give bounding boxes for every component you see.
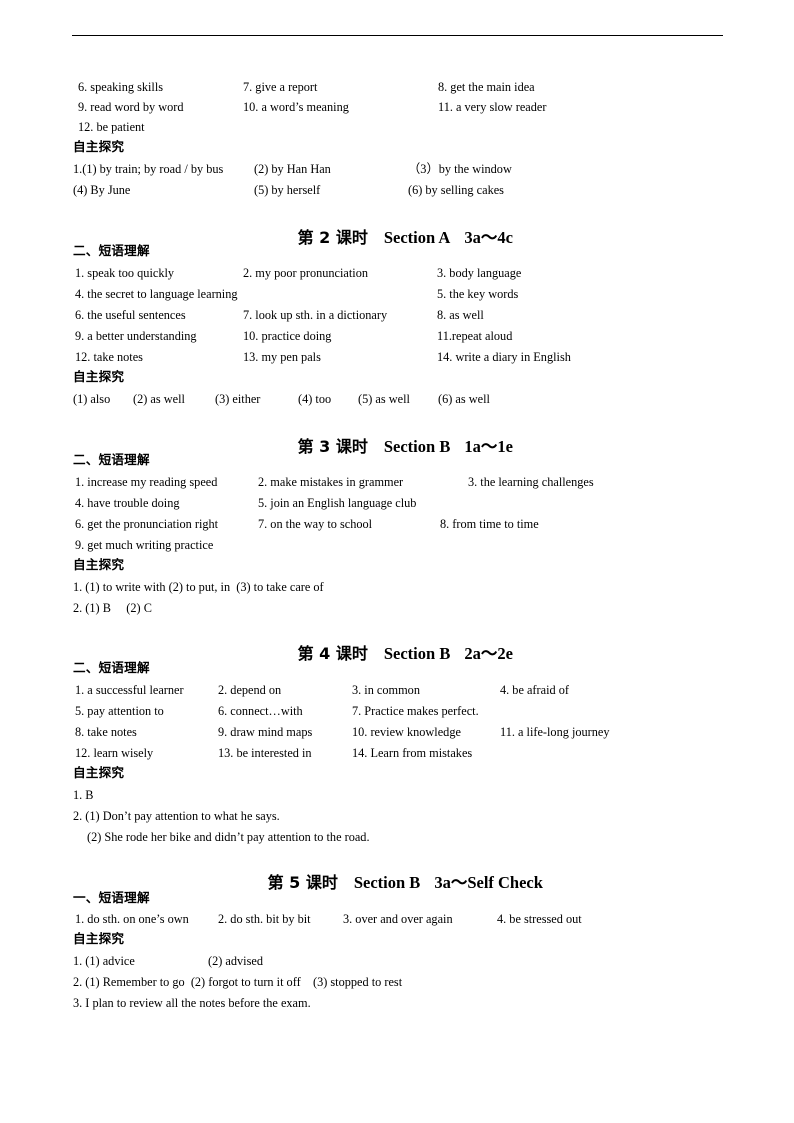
phrase-item: 2. do sth. bit by bit <box>218 912 311 926</box>
phrase-item: 13. be interested in <box>218 746 312 760</box>
phrase-item: 11. a life-long journey <box>500 725 610 739</box>
phrase-item: 4. have trouble doing <box>75 496 180 510</box>
lesson-heading-cjk: 第 2 课时 <box>297 227 368 247</box>
phrase-item: 9. draw mind maps <box>218 725 313 739</box>
explore-answer: (2) She rode her bike and didn’t pay att… <box>87 830 370 844</box>
explore-answer: 1. (1) to write with (2) to put, in (3) … <box>73 580 324 594</box>
phrase-item: 2. make mistakes in grammer <box>258 475 404 489</box>
phrase-item: 4. be stressed out <box>497 912 582 926</box>
phrase-item: 9. get much writing practice <box>75 538 214 552</box>
phrase-item: 3. in common <box>352 683 420 697</box>
phrase-heading: 二、短语理解 <box>73 660 150 675</box>
page-header-rule <box>72 35 723 36</box>
phrase-item: 1. do sth. on one’s own <box>75 912 189 926</box>
explore-heading: 自主探究 <box>73 557 125 572</box>
phrase-item: 2. my poor pronunciation <box>243 266 368 280</box>
explore-answer: 2. (1) Remember to go (2) forgot to turn… <box>73 975 403 989</box>
explore-answer: (4) too <box>298 392 332 406</box>
phrase-item: 1. speak too quickly <box>75 266 175 280</box>
phrase-item: 12. be patient <box>78 120 145 134</box>
explore-answer: (1) also <box>73 392 111 406</box>
phrase-item: 6. speaking skills <box>78 80 164 94</box>
explore-heading: 自主探究 <box>73 139 125 154</box>
phrase-item: 10. review knowledge <box>352 725 461 739</box>
phrase-item: 12. learn wisely <box>75 746 154 760</box>
explore-heading: 自主探究 <box>73 931 125 946</box>
phrase-item: 6. the useful sentences <box>75 308 186 322</box>
phrase-item: 7. Practice makes perfect. <box>352 704 479 718</box>
explore-answer: (6) by selling cakes <box>408 183 504 197</box>
lesson-heading-range: 2a～2e <box>464 643 513 663</box>
explore-answer: (6) as well <box>438 392 490 406</box>
phrase-item: 12. take notes <box>75 350 143 364</box>
phrase-item: 5. pay attention to <box>75 704 164 718</box>
lesson-heading-section: Section A <box>383 227 451 247</box>
phrase-item: 10. practice doing <box>243 329 332 343</box>
phrase-item: 4. the secret to language learning <box>75 287 238 301</box>
lesson-heading-range: 3a～4c <box>464 227 513 247</box>
phrase-item: 10. a word’s meaning <box>243 100 349 114</box>
phrase-item: 5. the key words <box>437 287 519 301</box>
phrase-heading: 二、短语理解 <box>73 243 150 258</box>
explore-answer: 2. (1) Don’t pay attention to what he sa… <box>73 809 280 823</box>
lesson-heading-range: 3a～Self Check <box>434 872 543 892</box>
phrase-item: 2. depend on <box>218 683 282 697</box>
lesson-heading-section: Section B <box>383 436 451 456</box>
explore-answer: (2) advised <box>208 954 263 968</box>
phrase-item: 7. look up sth. in a dictionary <box>243 308 388 322</box>
phrase-item: 3. body language <box>437 266 522 280</box>
explore-answer: （3）by the window <box>408 162 512 176</box>
phrase-item: 9. read word by word <box>78 100 184 114</box>
phrase-heading: 二、短语理解 <box>73 452 150 467</box>
phrase-item: 1. increase my reading speed <box>75 475 218 489</box>
explore-answer: 3. I plan to review all the notes before… <box>73 996 311 1010</box>
phrase-item: 4. be afraid of <box>500 683 569 697</box>
explore-answer: 2. (1) B (2) C <box>73 601 152 615</box>
phrase-item: 6. get the pronunciation right <box>75 517 219 531</box>
lesson-heading-cjk: 第 3 课时 <box>297 436 368 456</box>
lesson-heading-section: Section B <box>353 872 421 892</box>
explore-answer: (5) by herself <box>254 183 321 197</box>
explore-answer: (4) By June <box>73 183 131 197</box>
explore-heading: 自主探究 <box>73 765 125 780</box>
explore-answer: (3) either <box>215 392 261 406</box>
phrase-item: 8. as well <box>437 308 484 322</box>
phrase-item: 1. a successful learner <box>75 683 184 697</box>
phrase-item: 8. get the main idea <box>438 80 535 94</box>
lesson-heading-range: 1a～1e <box>464 436 513 456</box>
phrase-item: 13. my pen pals <box>243 350 321 364</box>
phrase-item: 8. take notes <box>75 725 137 739</box>
phrase-item: 3. the learning challenges <box>468 475 594 489</box>
explore-answer: (5) as well <box>358 392 410 406</box>
lesson-heading-section: Section B <box>383 643 451 663</box>
phrase-item: 5. join an English language club <box>258 496 417 510</box>
worksheet-page: 6. speaking skills 7. give a report 8. g… <box>0 0 794 1123</box>
phrase-item: 14. write a diary in English <box>437 350 571 364</box>
phrase-item: 14. Learn from mistakes <box>352 746 473 760</box>
lesson-heading-cjk: 第 4 课时 <box>297 643 368 663</box>
explore-answer: 1.(1) by train; by road / by bus <box>73 162 224 176</box>
explore-answer: (2) as well <box>133 392 185 406</box>
lesson-heading-cjk: 第 5 课时 <box>267 872 338 892</box>
phrase-item: 7. on the way to school <box>258 517 373 531</box>
phrase-item: 3. over and over again <box>343 912 453 926</box>
phrase-heading: 一、短语理解 <box>73 890 150 905</box>
phrase-item: 11. a very slow reader <box>438 100 547 114</box>
explore-answer: (2) by Han Han <box>254 162 331 176</box>
phrase-item: 6. connect…with <box>218 704 303 718</box>
phrase-item: 11.repeat aloud <box>437 329 513 343</box>
explore-answer: 1. (1) advice <box>73 954 135 968</box>
phrase-item: 9. a better understanding <box>75 329 197 343</box>
explore-answer: 1. B <box>73 788 94 802</box>
phrase-item: 7. give a report <box>243 80 318 94</box>
explore-heading: 自主探究 <box>73 369 125 384</box>
phrase-item: 8. from time to time <box>440 517 539 531</box>
